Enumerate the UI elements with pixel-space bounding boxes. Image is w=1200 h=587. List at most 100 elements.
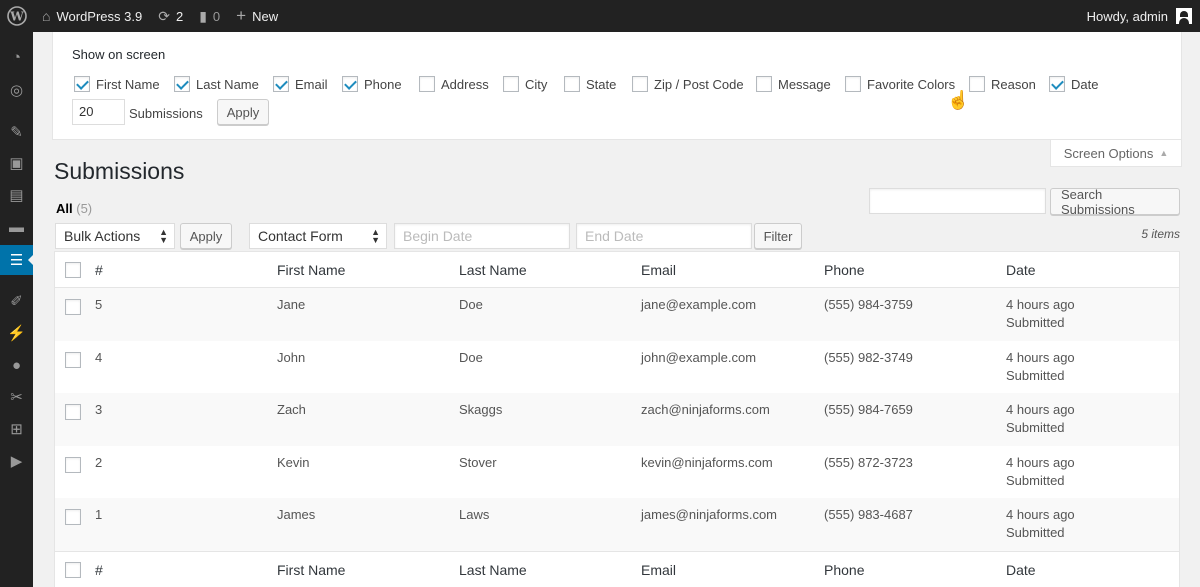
dashboard-icon[interactable]: ◔: [0, 42, 33, 72]
checkbox[interactable]: [845, 76, 861, 92]
table-row[interactable]: 2 Kevin Stover kevin@ninjaforms.com (555…: [55, 446, 1179, 499]
column-footer-date[interactable]: Date: [1006, 562, 1036, 578]
column-footer-id[interactable]: #: [95, 562, 103, 578]
bulk-apply-button[interactable]: Apply: [180, 223, 232, 249]
posts-pin-icon[interactable]: ✎: [0, 117, 33, 147]
row-checkbox[interactable]: [65, 404, 81, 421]
submissions-icon[interactable]: ☰: [0, 245, 34, 275]
per-page-input[interactable]: 20: [72, 99, 125, 125]
column-toggle-reason[interactable]: Reason: [969, 76, 1036, 92]
my-account-link[interactable]: Howdy, admin: [1079, 0, 1200, 32]
begin-date-input[interactable]: Begin Date: [394, 223, 570, 249]
column-toggle-address[interactable]: Address: [419, 76, 489, 92]
site-name: WordPress 3.9: [56, 8, 143, 24]
row-checkbox[interactable]: [65, 299, 81, 315]
column-toggle-phone[interactable]: Phone: [342, 76, 402, 92]
settings-icon[interactable]: ⊞: [0, 414, 33, 444]
column-footer-first-name[interactable]: First Name: [277, 562, 345, 578]
cell-phone: (555) 872-3723: [824, 454, 913, 470]
column-toggle-label: State: [586, 76, 617, 92]
cell-phone: (555) 984-3759: [824, 297, 913, 312]
column-footer-last-name[interactable]: Last Name: [459, 562, 527, 578]
cell-first-name: Kevin: [277, 454, 310, 470]
checkbox[interactable]: [1049, 76, 1065, 92]
cell-first-name: John: [277, 349, 306, 365]
select-all-checkbox[interactable]: [65, 262, 81, 278]
table-row[interactable]: 1 James Laws james@ninjaforms.com (555) …: [55, 498, 1179, 551]
site-name-link[interactable]: ⌂ WordPress 3.9: [34, 0, 150, 32]
table-row[interactable]: 4 John Doe john@example.com (555) 982-37…: [55, 341, 1179, 394]
plus-icon: +: [236, 6, 247, 25]
end-date-input[interactable]: End Date: [576, 223, 752, 249]
screen-options-apply-button[interactable]: Apply: [217, 99, 269, 125]
comments-icon[interactable]: ▬: [0, 212, 33, 242]
select-all-checkbox[interactable]: [65, 561, 81, 578]
comment-icon: ▮: [199, 7, 207, 24]
comments-link[interactable]: ▮ 0: [191, 0, 228, 32]
filter-button[interactable]: Filter: [754, 223, 802, 249]
column-toggle-first-name[interactable]: First Name: [74, 76, 160, 92]
column-toggle-zip[interactable]: Zip / Post Code: [632, 76, 744, 92]
checkbox[interactable]: [969, 76, 985, 92]
column-toggle-label: Last Name: [196, 76, 259, 92]
column-toggle-state[interactable]: State: [564, 76, 616, 92]
checkbox[interactable]: [342, 76, 358, 92]
column-header-email[interactable]: Email: [641, 262, 676, 278]
row-checkbox[interactable]: [65, 351, 81, 368]
updates-link[interactable]: ⟳ 2: [150, 0, 191, 32]
bulk-actions-select[interactable]: Bulk Actions ▲ ▼: [55, 223, 175, 249]
checkbox[interactable]: [273, 76, 289, 92]
row-checkbox[interactable]: [65, 456, 81, 473]
column-toggle-email[interactable]: Email: [273, 76, 328, 92]
column-toggle-last-name[interactable]: Last Name: [174, 76, 259, 92]
ninja-forms-icon[interactable]: ◎: [0, 75, 33, 105]
column-toggle-label: First Name: [96, 76, 160, 92]
status-text: Submitted: [1006, 420, 1065, 436]
column-toggle-favorite-colors[interactable]: Favorite Colors: [845, 76, 955, 92]
cell-email: zach@ninjaforms.com: [641, 402, 770, 418]
search-input[interactable]: [869, 188, 1046, 214]
admin-bar: W ⌂ WordPress 3.9 ⟳ 2 ▮ 0 + New Howdy, a…: [0, 0, 1200, 32]
column-header-first-name[interactable]: First Name: [277, 262, 345, 278]
search-submissions-button[interactable]: Search Submissions: [1050, 187, 1180, 217]
form-select[interactable]: Contact Form ▲ ▼: [249, 223, 387, 249]
cell-id: 3: [95, 402, 103, 418]
column-header-id[interactable]: #: [95, 262, 103, 278]
checkbox[interactable]: [503, 76, 519, 92]
column-footer-email[interactable]: Email: [641, 562, 676, 578]
column-footer-phone[interactable]: Phone: [824, 562, 864, 578]
filter-all-link[interactable]: All: [56, 201, 73, 216]
checkbox[interactable]: [174, 76, 190, 92]
video-play-icon[interactable]: ▶: [0, 446, 33, 476]
table-row[interactable]: 5 Jane Doe jane@example.com (555) 984-37…: [55, 288, 1179, 341]
cell-phone: (555) 984-7659: [824, 402, 913, 418]
checkbox[interactable]: [632, 76, 648, 92]
column-toggle-message[interactable]: Message: [756, 76, 831, 92]
column-header-phone[interactable]: Phone: [824, 262, 864, 278]
checkbox[interactable]: [756, 76, 772, 92]
screen-options-tab[interactable]: Screen Options ▲: [1050, 140, 1182, 167]
greeting: Howdy, admin: [1086, 8, 1168, 24]
pages-icon[interactable]: ▤: [0, 180, 33, 210]
table-row[interactable]: 3 Zach Skaggs zach@ninjaforms.com (555) …: [55, 393, 1179, 446]
cell-first-name: James: [277, 507, 316, 523]
column-header-date[interactable]: Date: [1006, 262, 1036, 278]
checkbox[interactable]: [419, 76, 435, 92]
appearance-icon[interactable]: ✐: [0, 286, 33, 316]
column-toggle-date[interactable]: Date: [1049, 76, 1098, 92]
checkbox[interactable]: [74, 76, 90, 92]
users-icon[interactable]: ●: [0, 350, 33, 380]
column-header-last-name[interactable]: Last Name: [459, 262, 527, 278]
wordpress-logo-icon[interactable]: W: [0, 0, 34, 32]
cell-last-name: Laws: [459, 507, 490, 523]
checkbox[interactable]: [564, 76, 580, 92]
column-toggle-city[interactable]: City: [503, 76, 547, 92]
cell-date: 4 hours ago Submitted: [1006, 297, 1075, 330]
new-content-link[interactable]: + New: [228, 0, 286, 32]
tools-wrench-icon[interactable]: ✂: [0, 382, 33, 412]
row-checkbox[interactable]: [65, 509, 81, 526]
screen-options-tab-label: Screen Options: [1063, 145, 1154, 161]
media-icon[interactable]: ▣: [0, 148, 33, 178]
status-text: Submitted: [1006, 472, 1065, 488]
plugins-icon[interactable]: ⚡: [0, 318, 33, 348]
